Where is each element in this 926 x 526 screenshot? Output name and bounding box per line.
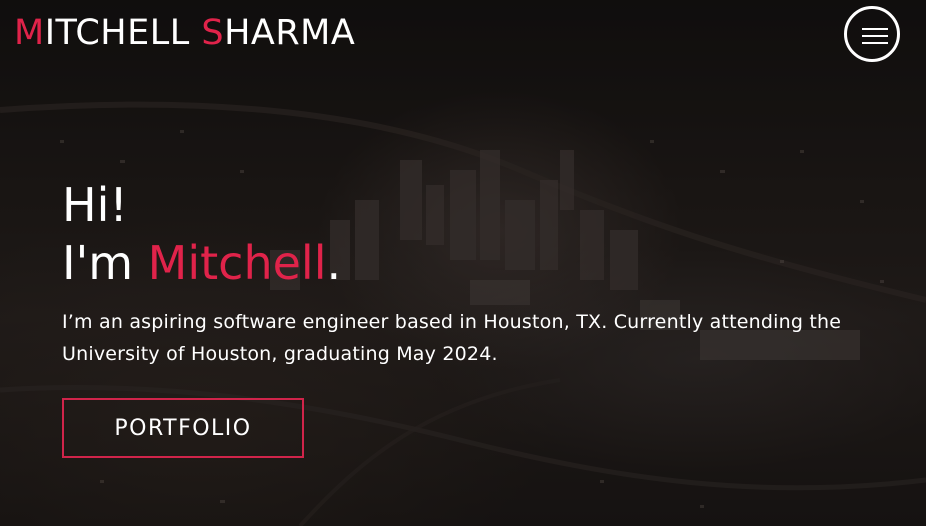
logo-initial-s: S — [201, 13, 225, 53]
hero-section: Hi! I'm Mitchell. I’m an aspiring softwa… — [62, 176, 902, 370]
logo-last-name-rest: HARMA — [224, 13, 356, 53]
logo-initial-m: M — [14, 13, 45, 53]
menu-button[interactable] — [844, 6, 900, 62]
hero-page: MITCHELL SHARMA Hi! I'm Mitchell. I’m an… — [0, 0, 926, 526]
logo-first-name-rest: ITCHELL — [44, 13, 202, 53]
site-logo[interactable]: MITCHELL SHARMA — [14, 16, 355, 51]
greeting-name: Mitchell — [147, 236, 327, 290]
greeting-line-1: Hi! — [62, 178, 128, 232]
intro-text: I’m an aspiring software engineer based … — [62, 311, 842, 365]
greeting-prefix: I'm — [62, 236, 148, 290]
portfolio-button[interactable]: PORTFOLIO — [62, 398, 304, 458]
greeting-suffix: . — [326, 236, 342, 290]
hero-heading: Hi! I'm Mitchell. — [62, 176, 902, 292]
